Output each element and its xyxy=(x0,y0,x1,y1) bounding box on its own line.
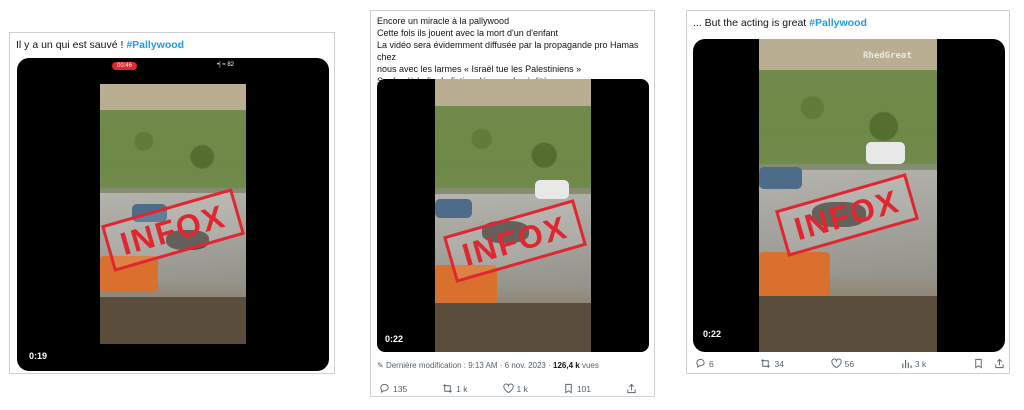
bookmark-share-group xyxy=(973,358,1005,369)
repost-count: 1 k xyxy=(456,383,468,394)
video-timestamp: 0:19 xyxy=(29,351,48,361)
tweet-line: nous avec les larmes « Israël tue les Pa… xyxy=(377,64,582,74)
signal-indicator: •| ≈ 82 xyxy=(217,62,234,68)
repost-button[interactable]: 1 k xyxy=(442,383,468,394)
tweet-text: Encore un miracle à la pallywood Cette f… xyxy=(377,15,654,87)
reply-count: 135 xyxy=(393,383,408,394)
tweet-line: Encore un miracle à la pallywood xyxy=(377,16,510,26)
video-player[interactable]: 00:46 •| ≈ 82 INFOX 0:19 xyxy=(17,58,329,371)
action-bar: 135 1 k 1 k 101 xyxy=(379,383,651,394)
tweet-card-3: ... But the acting is great #Pallywood R… xyxy=(686,10,1010,374)
like-button[interactable]: 56 xyxy=(831,358,854,369)
bookmark-count: 101 xyxy=(576,383,592,394)
repost-icon xyxy=(443,384,453,393)
share-button[interactable] xyxy=(626,383,637,394)
analytics-icon xyxy=(902,359,912,369)
like-button[interactable]: 1 k xyxy=(502,383,528,394)
tweet-line: Cette fois ils jouent avec la mort d'un … xyxy=(377,28,559,38)
tweet-card-1: Il y a un qui est sauvé ! #Pallywood 00:… xyxy=(9,32,335,374)
views-label: vues xyxy=(581,361,599,370)
video-timestamp: 0:22 xyxy=(703,329,722,339)
bookmark-icon xyxy=(565,383,572,394)
bookmark-button[interactable]: 101 xyxy=(563,383,591,394)
bookmark-icon[interactable] xyxy=(973,358,984,369)
hashtag-link[interactable]: #Pallywood xyxy=(126,39,184,51)
tweet-text: Il y a un qui est sauvé ! #Pallywood xyxy=(16,39,184,53)
phone-status-bar: 00:46 •| ≈ 82 xyxy=(17,62,329,72)
repost-icon xyxy=(761,359,771,368)
view-count: 3 k xyxy=(914,358,927,369)
watermark: RhedGreat xyxy=(863,51,912,61)
like-count: 56 xyxy=(844,358,855,369)
video-timestamp: 0:22 xyxy=(385,334,404,344)
tweet-body: Il y a un qui est sauvé ! xyxy=(16,39,124,51)
heart-icon xyxy=(502,383,514,394)
like-count: 1 k xyxy=(516,383,528,394)
share-icon[interactable] xyxy=(994,358,1005,369)
tweet-card-2: Encore un miracle à la pallywood Cette f… xyxy=(370,10,655,397)
recording-indicator: 00:46 xyxy=(112,62,138,70)
tweet-text: ... But the acting is great #Pallywood xyxy=(693,17,867,31)
view-count: 126,4 k xyxy=(553,361,580,370)
share-icon xyxy=(627,383,636,394)
tweet-line: La vidéo sera évidemment diffusée par la… xyxy=(377,40,639,62)
heart-icon xyxy=(831,358,842,369)
reply-button[interactable]: 6 xyxy=(695,358,714,369)
video-player[interactable]: RhedGreat INFOX 0:22 xyxy=(693,39,1005,352)
edit-icon: ✎ xyxy=(377,361,384,370)
reply-button[interactable]: 135 xyxy=(379,383,407,394)
views-button[interactable]: 3 k xyxy=(901,358,926,369)
tweet-meta: ✎ Dernière modification : 9:13 AM · 6 no… xyxy=(377,361,599,370)
repost-button[interactable]: 34 xyxy=(760,358,784,369)
reply-icon xyxy=(696,358,705,369)
reply-count: 6 xyxy=(709,358,714,369)
tweet-body: ... But the acting is great xyxy=(693,17,807,29)
repost-count: 34 xyxy=(774,358,784,369)
edit-timestamp[interactable]: Dernière modification : 9:13 AM · 6 nov.… xyxy=(386,361,551,370)
hashtag-link[interactable]: #Pallywood xyxy=(809,17,867,29)
reply-icon xyxy=(380,383,389,394)
video-player[interactable]: INFOX 0:22 xyxy=(377,79,649,352)
action-bar: 6 34 56 3 k xyxy=(695,358,1005,369)
